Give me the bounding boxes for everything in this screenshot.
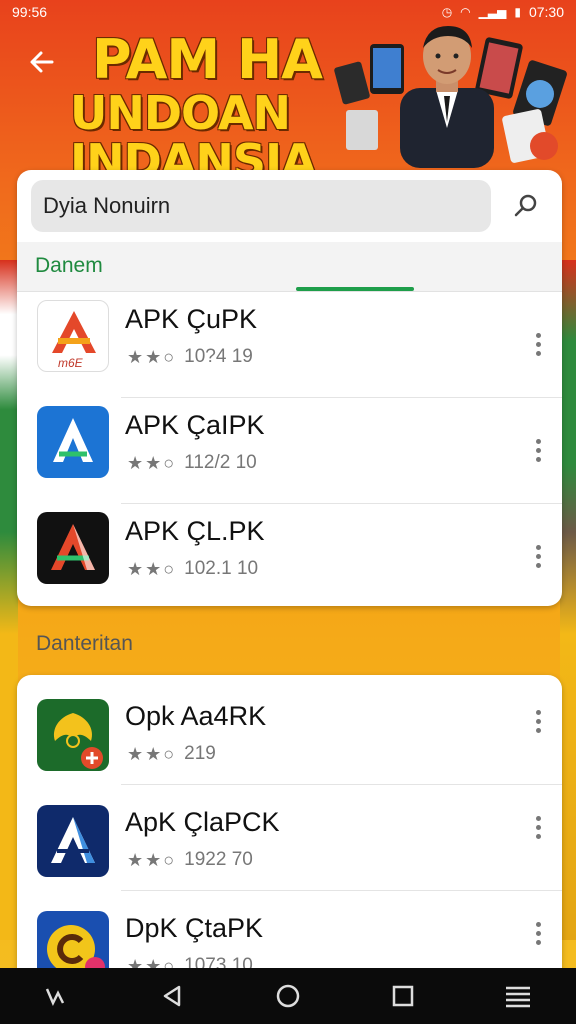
- app-name: ApK ÇlaPCK: [125, 807, 280, 837]
- rating-stars-icon: ★★○: [127, 849, 177, 870]
- list-item[interactable]: APK ÇaIPK ★★○ 112/2 10: [17, 398, 562, 504]
- tab-indicator: [296, 287, 414, 291]
- overview-square-icon: [392, 985, 414, 1007]
- wifi-icon: ◠: [460, 5, 471, 19]
- app-icon: [37, 805, 109, 877]
- section-label: Danteritan: [36, 632, 133, 655]
- search-icon: [514, 194, 537, 217]
- app-meta: ★★○ 102.1 10: [127, 558, 258, 580]
- recents-icon: [45, 988, 64, 1006]
- app-icon: [37, 406, 109, 478]
- list-item[interactable]: APK ÇL.PK ★★○ 102.1 10: [17, 504, 562, 606]
- tab-danem[interactable]: Danem: [35, 254, 103, 278]
- rating-stars-icon: ★★○: [127, 558, 177, 579]
- back-button[interactable]: [18, 38, 66, 86]
- rating-stars-icon: ★★○: [127, 452, 177, 473]
- rating-stars-icon: ★★○: [127, 743, 177, 764]
- list-item[interactable]: Opk Aa4RK ★★○ 219: [17, 679, 562, 785]
- svg-text:m6E: m6E: [58, 356, 84, 370]
- app-icon: [37, 699, 109, 771]
- overview-button[interactable]: [373, 972, 433, 1020]
- search-input[interactable]: Dyia Nonuirn: [31, 180, 491, 232]
- app-icon: [37, 512, 109, 584]
- status-time-right: 07:30: [528, 4, 564, 20]
- more-options-button[interactable]: [528, 430, 548, 470]
- search-value: Dyia Nonuirn: [43, 193, 171, 218]
- battery-icon: ▮: [514, 5, 521, 19]
- tab-strip: Danem: [17, 242, 562, 292]
- app-name: APK ÇuPK: [125, 304, 258, 334]
- app-meta: ★★○ 219: [127, 743, 216, 765]
- list-item[interactable]: m6E APK ÇuPK ★★○ 10?4 19: [17, 292, 562, 398]
- more-options-button[interactable]: [528, 701, 548, 741]
- app-meta: ★★○ 10?4 19: [127, 346, 253, 368]
- more-options-button[interactable]: [528, 536, 548, 576]
- more-options-button[interactable]: [528, 807, 548, 847]
- side-stripe-right: [560, 260, 576, 940]
- apps-card-top: Dyia Nonuirn Danem m6E APK ÇuPK ★★○ 10?4…: [17, 170, 562, 606]
- recents-button[interactable]: [28, 972, 88, 1020]
- arrow-left-icon: [30, 51, 54, 73]
- signal-icon: ▁▃▅: [478, 5, 507, 19]
- app-meta-text: 102.1 10: [184, 558, 259, 579]
- more-options-button[interactable]: [528, 324, 548, 364]
- app-meta: ★★○ 1922 70: [127, 849, 253, 871]
- app-name: Opk Aa4RK: [125, 701, 267, 731]
- app-meta-text: 112/2 10: [184, 452, 257, 473]
- app-name: APK ÇL.PK: [125, 516, 265, 546]
- search-button[interactable]: [504, 184, 548, 228]
- more-options-button[interactable]: [528, 913, 548, 953]
- app-icon: [37, 911, 109, 975]
- list-item[interactable]: ApK ÇlaPCK ★★○ 1922 70: [17, 785, 562, 891]
- back-triangle-icon: [163, 985, 181, 1007]
- apps-card-bottom: Opk Aa4RK ★★○ 219 ApK ÇlaPCK ★★○ 1922 70: [17, 675, 562, 975]
- app-meta-text: 10?4 19: [184, 346, 253, 367]
- app-name: APK ÇaIPK: [125, 410, 265, 440]
- home-button[interactable]: [258, 972, 318, 1020]
- banner-title-line1: PAM HA: [92, 28, 323, 91]
- navigation-bar: [0, 968, 576, 1024]
- app-icon: m6E: [37, 300, 109, 372]
- app-meta-text: 219: [184, 743, 216, 764]
- back-nav-button[interactable]: [143, 972, 203, 1020]
- status-time-left: 99:56: [12, 4, 48, 20]
- menu-lines-icon: [506, 986, 531, 1008]
- alarm-icon: ◷: [441, 5, 453, 19]
- app-name: DpK ÇtaPK: [125, 913, 264, 943]
- app-meta: ★★○ 112/2 10: [127, 452, 257, 474]
- menu-button[interactable]: [488, 972, 548, 1020]
- app-meta-text: 1922 70: [184, 849, 253, 870]
- side-stripe-left: [0, 260, 18, 940]
- home-circle-icon: [276, 984, 300, 1008]
- list-item[interactable]: DpK ÇtaPK ★★○ 1073 10: [17, 891, 562, 975]
- header-banner: PAM HA UNDOAN INDANSIA: [0, 24, 576, 185]
- banner-title: PAM HA UNDOAN INDANSIA: [70, 28, 490, 185]
- rating-stars-icon: ★★○: [127, 346, 177, 367]
